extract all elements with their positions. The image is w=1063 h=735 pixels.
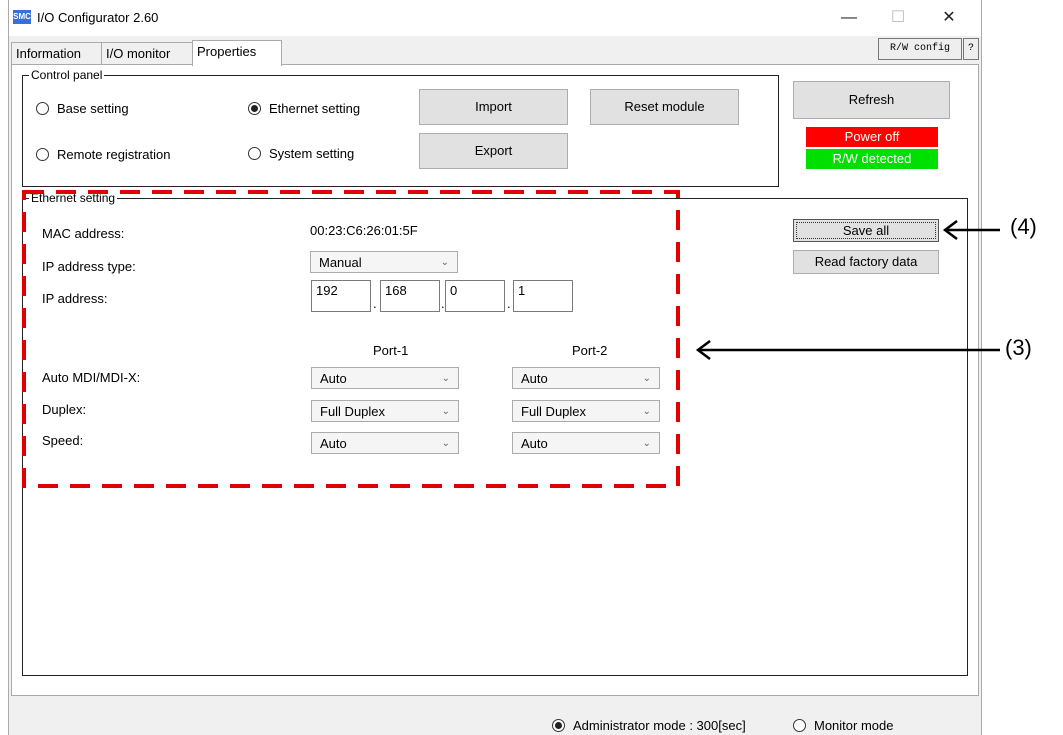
export-button[interactable]: Export xyxy=(419,133,568,169)
ip-address-type-label: IP address type: xyxy=(42,259,136,274)
radio-circle-icon xyxy=(36,102,49,115)
ip-dot-separator: . xyxy=(507,296,511,311)
reset-module-button[interactable]: Reset module xyxy=(590,89,739,125)
chevron-down-icon: ⌄ xyxy=(642,373,651,384)
properties-pane: Control panel Base setting Remote regist… xyxy=(11,64,979,696)
mac-address-label: MAC address: xyxy=(42,226,125,241)
radio-checked-icon xyxy=(248,102,261,115)
port-1-header: Port-1 xyxy=(373,343,409,358)
radio-remote-registration[interactable]: Remote registration xyxy=(36,147,170,162)
chevron-down-icon: ⌄ xyxy=(642,406,651,417)
ip-address-type-select[interactable]: Manual ⌄ xyxy=(310,251,458,273)
read-factory-data-button[interactable]: Read factory data xyxy=(793,250,939,274)
app-logo-icon: SMC xyxy=(13,10,31,24)
control-panel-label: Control panel xyxy=(29,68,105,82)
close-button[interactable]: ✕ xyxy=(929,4,969,32)
radio-circle-icon xyxy=(793,719,806,732)
port-2-header: Port-2 xyxy=(572,343,608,358)
help-button[interactable]: ? xyxy=(963,38,979,60)
maximize-button[interactable]: ☐ xyxy=(878,4,918,32)
ip-octet-2-input[interactable]: 168 xyxy=(380,280,440,312)
app-window: SMC I/O Configurator 2.60 — ☐ ✕ R/W conf… xyxy=(8,0,982,735)
chevron-down-icon: ⌄ xyxy=(441,373,450,384)
port-1-auto-mdi-select[interactable]: Auto ⌄ xyxy=(311,367,459,389)
radio-ethernet-setting[interactable]: Ethernet setting xyxy=(248,101,360,116)
ethernet-setting-group: Ethernet setting MAC address: 00:23:C6:2… xyxy=(22,191,968,676)
radio-circle-icon xyxy=(36,148,49,161)
radio-monitor-mode[interactable]: Monitor mode xyxy=(793,718,893,733)
minimize-button[interactable]: — xyxy=(829,4,869,32)
callout-4-label: (4) xyxy=(1010,214,1037,239)
chevron-down-icon: ⌄ xyxy=(440,257,449,268)
ip-octet-1-input[interactable]: 192 xyxy=(311,280,371,312)
chevron-down-icon: ⌄ xyxy=(642,438,651,449)
control-panel-group: Control panel Base setting Remote regist… xyxy=(22,68,779,187)
ethernet-setting-label: Ethernet setting xyxy=(29,191,118,205)
port-2-speed-select[interactable]: Auto ⌄ xyxy=(512,432,660,454)
mac-address-value: 00:23:C6:26:01:5F xyxy=(310,223,418,238)
import-button[interactable]: Import xyxy=(419,89,568,125)
refresh-button[interactable]: Refresh xyxy=(793,81,950,119)
radio-base-setting[interactable]: Base setting xyxy=(36,101,129,116)
ip-address-label: IP address: xyxy=(42,291,108,306)
rw-config-button[interactable]: R/W config xyxy=(878,38,962,60)
port-2-auto-mdi-select[interactable]: Auto ⌄ xyxy=(512,367,660,389)
speed-label: Speed: xyxy=(42,433,84,448)
ip-dot-separator: . xyxy=(373,296,377,311)
status-footer: Administrator mode : 300[sec] Monitor mo… xyxy=(9,700,981,735)
title-bar: SMC I/O Configurator 2.60 — ☐ ✕ xyxy=(9,0,981,36)
port-1-speed-select[interactable]: Auto ⌄ xyxy=(311,432,459,454)
ip-octet-4-input[interactable]: 1 xyxy=(513,280,573,312)
callout-3-label: (3) xyxy=(1005,335,1032,360)
radio-checked-icon xyxy=(552,719,565,732)
port-2-duplex-select[interactable]: Full Duplex ⌄ xyxy=(512,400,660,422)
radio-administrator-mode[interactable]: Administrator mode : 300[sec] xyxy=(552,718,746,733)
rw-status-badge: R/W detected xyxy=(806,149,938,169)
tab-properties[interactable]: Properties xyxy=(192,40,282,66)
chevron-down-icon: ⌄ xyxy=(441,438,450,449)
port-1-duplex-select[interactable]: Full Duplex ⌄ xyxy=(311,400,459,422)
window-title: I/O Configurator 2.60 xyxy=(37,10,159,25)
duplex-label: Duplex: xyxy=(42,402,87,417)
chevron-down-icon: ⌄ xyxy=(441,406,450,417)
power-status-badge: Power off xyxy=(806,127,938,147)
ip-octet-3-input[interactable]: 0 xyxy=(445,280,505,312)
auto-mdi-label: Auto MDI/MDI-X: xyxy=(42,370,141,385)
radio-circle-icon xyxy=(248,147,261,160)
save-all-button[interactable]: Save all xyxy=(793,219,939,242)
radio-system-setting[interactable]: System setting xyxy=(248,146,354,161)
tab-io-monitor[interactable]: I/O monitor xyxy=(101,42,195,65)
tab-information[interactable]: Information xyxy=(11,42,103,65)
